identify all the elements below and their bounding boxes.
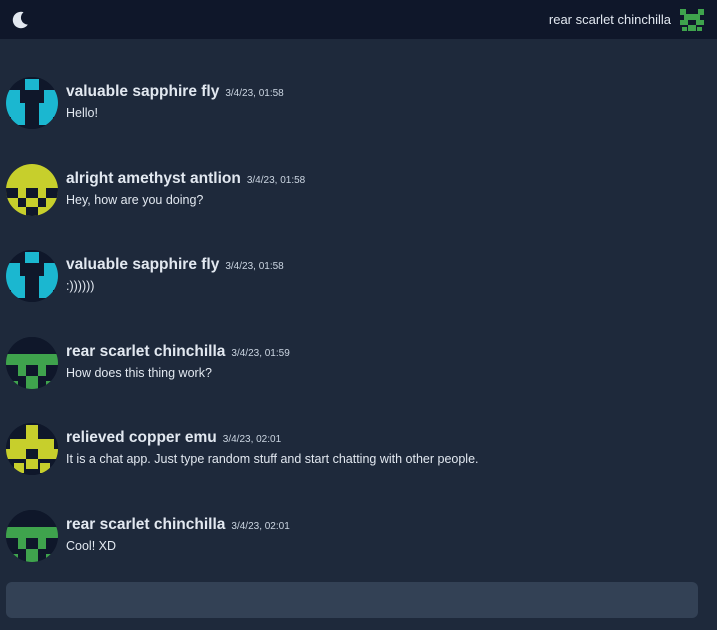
current-user[interactable]: rear scarlet chinchilla [549, 7, 705, 33]
message-text: Hey, how are you doing? [66, 192, 204, 207]
message-text: How does this thing work? [66, 365, 212, 380]
message-body: rear scarlet chinchilla 3/4/23, 01:59 Ho… [66, 343, 290, 380]
message-username[interactable]: rear scarlet chinchilla [66, 343, 225, 361]
message-text: Cool! XD [66, 538, 117, 553]
message-username[interactable]: alright amethyst antlion [66, 170, 241, 188]
message-timestamp: 3/4/23, 02:01 [231, 520, 290, 532]
message-text: Hello! [66, 106, 98, 120]
user-avatar[interactable] [6, 509, 58, 562]
current-user-name: rear scarlet chinchilla [548, 12, 671, 27]
message-username[interactable]: relieved copper emu [66, 429, 217, 447]
message-body: relieved copper emu 3/4/23, 02:01 It is … [66, 429, 479, 466]
user-avatar[interactable] [6, 77, 58, 129]
message-text: :)))))) [66, 279, 95, 293]
user-avatar[interactable] [6, 336, 58, 389]
message-body: rear scarlet chinchilla 3/4/23, 02:01 Co… [66, 516, 290, 553]
message-item: valuable sapphire fly 3/4/23, 01:58 Hell… [0, 77, 717, 164]
message-username[interactable]: valuable sapphire fly [66, 83, 219, 101]
message-item: rear scarlet chinchilla 3/4/23, 01:59 Ho… [0, 336, 717, 424]
message-list[interactable]: valuable sapphire fly 3/4/23, 01:58 Hell… [0, 39, 717, 579]
message-body: valuable sapphire fly 3/4/23, 01:58 :)))… [66, 256, 284, 293]
message-item: valuable sapphire fly 3/4/23, 01:58 :)))… [0, 250, 717, 337]
moon-icon[interactable] [10, 9, 32, 31]
message-timestamp: 3/4/23, 01:58 [246, 174, 306, 186]
user-avatar[interactable] [6, 163, 58, 216]
message-item: relieved copper emu 3/4/23, 02:01 It is … [0, 423, 717, 510]
user-avatar[interactable] [6, 250, 58, 302]
current-user-avatar [680, 8, 704, 31]
message-body: alright amethyst antlion 3/4/23, 01:58 H… [66, 170, 305, 207]
message-text: It is a chat app. Just type random stuff… [66, 452, 479, 466]
user-avatar[interactable] [6, 423, 58, 475]
message-timestamp: 3/4/23, 01:59 [231, 347, 290, 359]
message-item: alright amethyst antlion 3/4/23, 01:58 H… [0, 163, 717, 251]
message-username[interactable]: rear scarlet chinchilla [66, 516, 225, 534]
top-bar: rear scarlet chinchilla [0, 0, 717, 39]
message-timestamp: 3/4/23, 02:01 [222, 434, 282, 445]
message-timestamp: 3/4/23, 01:58 [225, 88, 284, 99]
message-body: valuable sapphire fly 3/4/23, 01:58 Hell… [66, 83, 284, 120]
message-timestamp: 3/4/23, 01:58 [225, 261, 284, 272]
message-username[interactable]: valuable sapphire fly [66, 256, 219, 274]
message-input[interactable] [6, 582, 698, 618]
